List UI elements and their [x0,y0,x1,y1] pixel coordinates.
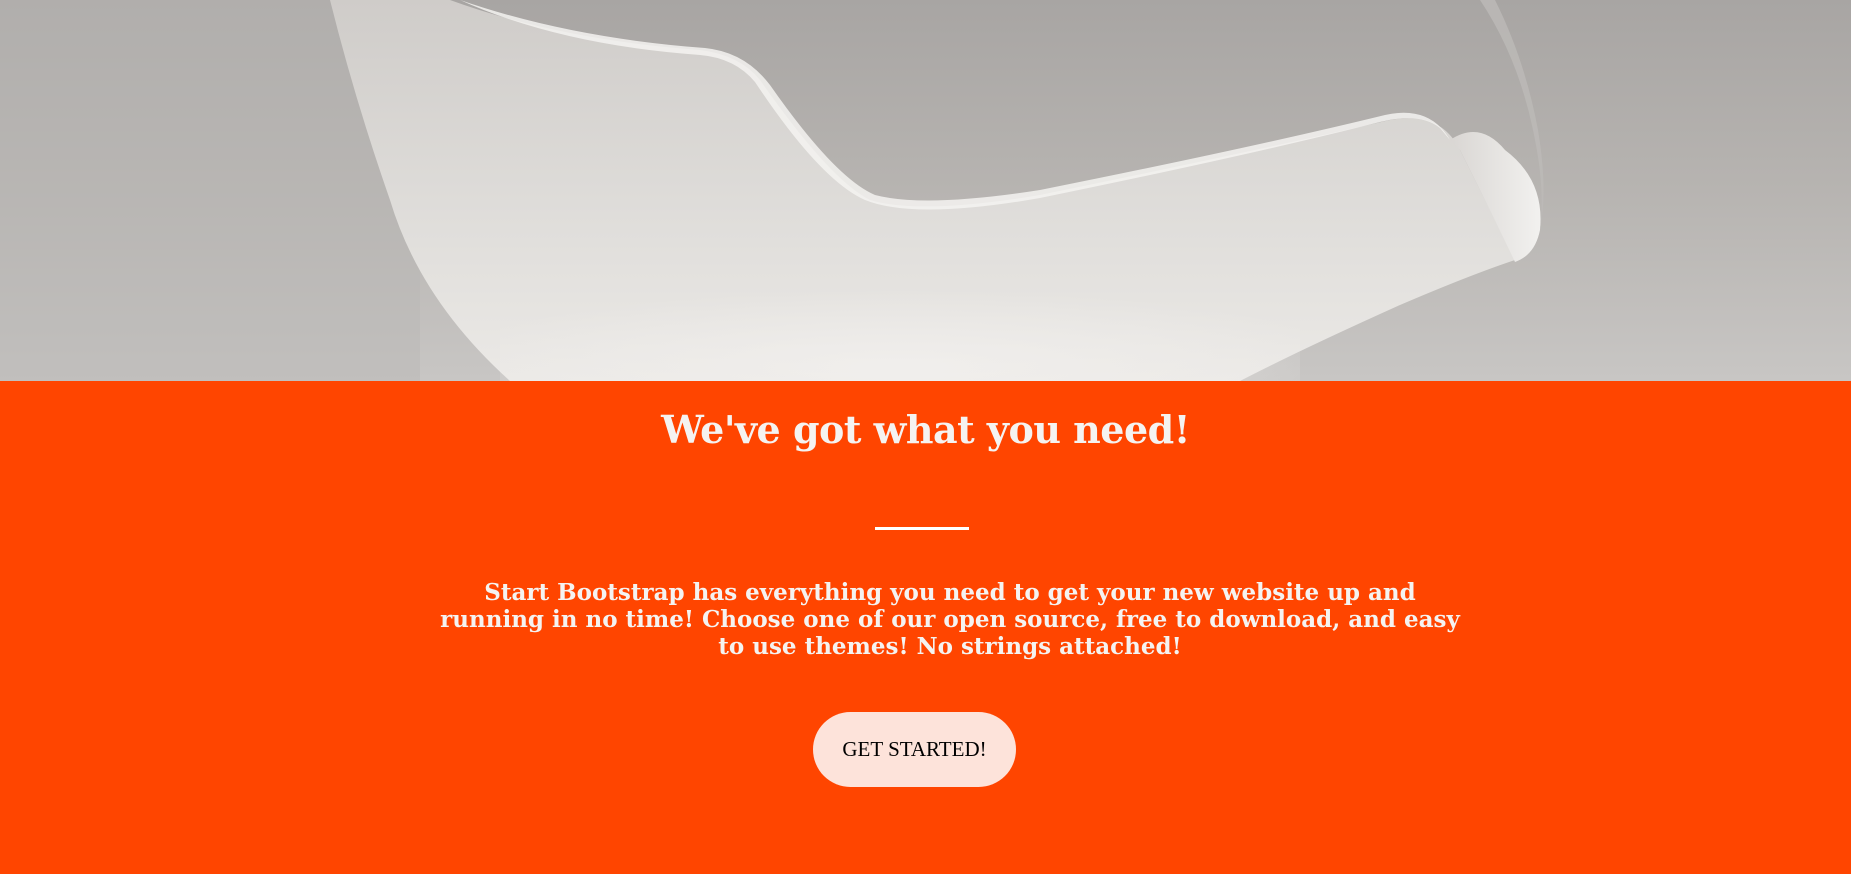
about-section: We've got what you need! Start Bootstrap… [0,381,1851,874]
get-started-button[interactable]: GET STARTED! [813,712,1016,787]
masthead-hero [0,0,1851,381]
heading-divider [875,527,969,530]
section-heading: We've got what you need! [661,407,1190,452]
hero-background-image [0,0,1851,381]
section-description: Start Bootstrap has everything you need … [440,579,1460,660]
